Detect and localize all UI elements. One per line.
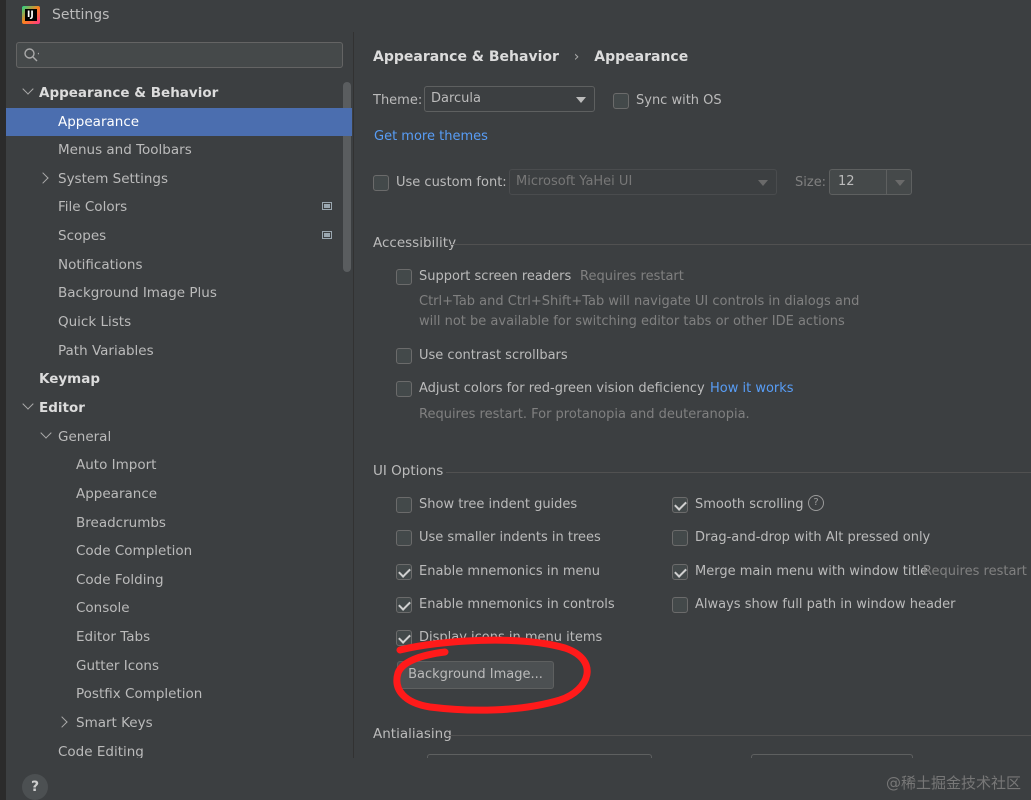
merge-main-menu-checkbox[interactable] <box>672 564 688 580</box>
project-level-icon <box>322 231 332 239</box>
tree-item-code-completion[interactable]: Code Completion <box>6 537 352 565</box>
smaller-indents-label: Use smaller indents in trees <box>419 530 601 545</box>
dropdown-arrow-icon <box>576 97 586 103</box>
breadcrumb-separator-icon: › <box>573 49 580 65</box>
tree-item-menus-toolbars[interactable]: Menus and Toolbars <box>6 136 352 164</box>
intellij-logo-icon: IJ <box>22 6 40 24</box>
tree-item-code-folding[interactable]: Code Folding <box>6 566 352 594</box>
breadcrumb: Appearance & Behavior › Appearance <box>373 49 688 65</box>
screen-readers-description-line1: Ctrl+Tab and Ctrl+Shift+Tab will navigat… <box>419 294 860 309</box>
tree-item-scopes[interactable]: Scopes <box>6 222 352 250</box>
use-custom-font-label: Use custom font: <box>396 175 507 190</box>
title-bar: IJ Settings <box>6 0 1031 32</box>
tree-item-keymap[interactable]: Keymap <box>6 365 352 393</box>
section-divider <box>446 472 1031 473</box>
tree-item-editor[interactable]: Editor <box>6 394 352 422</box>
tree-item-code-editing[interactable]: Code Editing <box>6 738 352 758</box>
drag-drop-alt-label: Drag-and-drop with Alt pressed only <box>695 530 931 545</box>
tree-item-background-image-plus[interactable]: Background Image Plus <box>6 279 352 307</box>
chevron-right-icon[interactable] <box>56 716 68 728</box>
settings-sidebar: Appearance & Behavior Appearance Menus a… <box>6 32 354 758</box>
theme-label: Theme: <box>373 93 423 108</box>
tree-item-smart-keys[interactable]: Smart Keys <box>6 709 352 737</box>
screen-readers-description-line2: will not be available for switching edit… <box>419 314 845 329</box>
tree-indent-guides-checkbox[interactable] <box>396 497 412 513</box>
chevron-down-icon[interactable] <box>22 83 34 95</box>
tree-item-breadcrumbs[interactable]: Breadcrumbs <box>6 509 352 537</box>
smooth-scrolling-label: Smooth scrolling <box>695 497 804 512</box>
window-title: Settings <box>52 7 110 23</box>
support-screen-readers-label: Support screen readers <box>419 269 572 284</box>
support-screen-readers-checkbox[interactable] <box>396 269 412 285</box>
requires-restart-note: Requires restart <box>580 269 684 284</box>
sync-with-os-label: Sync with OS <box>636 93 722 108</box>
breadcrumb-parent[interactable]: Appearance & Behavior <box>373 49 559 65</box>
use-custom-font-checkbox[interactable] <box>373 175 389 191</box>
size-label: Size: <box>795 175 827 190</box>
project-level-icon <box>322 202 332 210</box>
dropdown-arrow-icon <box>758 180 768 186</box>
mnemonics-menu-label: Enable mnemonics in menu <box>419 564 600 579</box>
tree-item-appearance-behavior[interactable]: Appearance & Behavior <box>6 79 352 107</box>
accessibility-section-title: Accessibility <box>373 235 457 251</box>
mnemonics-controls-checkbox[interactable] <box>396 597 412 613</box>
search-icon <box>24 48 39 62</box>
tree-item-file-colors[interactable]: File Colors <box>6 193 352 221</box>
background-image-button[interactable]: Background Image... <box>397 661 554 689</box>
full-path-header-checkbox[interactable] <box>672 597 688 613</box>
merge-menu-requires-restart: Requires restart <box>923 564 1027 579</box>
section-divider <box>451 244 1031 245</box>
chevron-down-icon[interactable] <box>40 427 52 439</box>
tree-item-editor-appearance[interactable]: Appearance <box>6 480 352 508</box>
tree-item-console[interactable]: Console <box>6 594 352 622</box>
contrast-scrollbars-label: Use contrast scrollbars <box>419 348 568 363</box>
watermark: @稀土掘金技术社区 <box>885 774 1021 792</box>
theme-dropdown[interactable]: Darcula <box>424 86 595 112</box>
settings-content-panel: Appearance & Behavior › Appearance Theme… <box>354 32 1031 760</box>
tree-item-general[interactable]: General <box>6 423 352 451</box>
icons-menu-label: Display icons in menu items <box>419 630 603 645</box>
font-size-combobox[interactable]: 12 <box>829 169 912 195</box>
smaller-indents-checkbox[interactable] <box>396 530 412 546</box>
red-green-label: Adjust colors for red-green vision defic… <box>419 381 705 396</box>
bottom-bar: ? @稀土掘金技术社区 <box>6 758 1031 800</box>
smooth-scrolling-checkbox[interactable] <box>672 497 688 513</box>
drag-drop-alt-checkbox[interactable] <box>672 530 688 546</box>
full-path-header-label: Always show full path in window header <box>695 597 956 612</box>
dropdown-arrow-icon <box>895 180 905 186</box>
tree-item-path-variables[interactable]: Path Variables <box>6 337 352 365</box>
section-divider <box>449 735 1031 736</box>
tree-indent-guides-label: Show tree indent guides <box>419 497 578 512</box>
get-more-themes-link[interactable]: Get more themes <box>374 129 488 144</box>
antialiasing-section-title: Antialiasing <box>373 726 452 742</box>
how-it-works-link[interactable]: How it works <box>710 381 794 396</box>
merge-main-menu-label: Merge main menu with window title <box>695 564 929 579</box>
icons-menu-checkbox[interactable] <box>396 630 412 646</box>
tree-item-editor-tabs[interactable]: Editor Tabs <box>6 623 352 651</box>
help-circle-icon[interactable]: ? <box>808 495 824 511</box>
tree-item-auto-import[interactable]: Auto Import <box>6 451 352 479</box>
settings-search-input[interactable] <box>16 42 343 68</box>
breadcrumb-current: Appearance <box>594 49 689 65</box>
sync-with-os-checkbox[interactable] <box>613 93 629 109</box>
contrast-scrollbars-checkbox[interactable] <box>396 348 412 364</box>
ui-options-section-title: UI Options <box>373 463 444 479</box>
mnemonics-menu-checkbox[interactable] <box>396 564 412 580</box>
chevron-down-icon[interactable] <box>22 398 34 410</box>
tree-item-quick-lists[interactable]: Quick Lists <box>6 308 352 336</box>
red-green-description: Requires restart. For protanopia and deu… <box>419 407 750 422</box>
mnemonics-controls-label: Enable mnemonics in controls <box>419 597 615 612</box>
tree-item-notifications[interactable]: Notifications <box>6 251 352 279</box>
help-button[interactable]: ? <box>22 774 48 800</box>
font-dropdown[interactable]: Microsoft YaHei UI <box>509 169 777 195</box>
tree-item-gutter-icons[interactable]: Gutter Icons <box>6 652 352 680</box>
tree-item-appearance[interactable]: Appearance <box>6 108 352 136</box>
tree-item-system-settings[interactable]: System Settings <box>6 165 352 193</box>
tree-item-postfix-completion[interactable]: Postfix Completion <box>6 680 352 708</box>
chevron-right-icon[interactable] <box>37 172 49 184</box>
red-green-checkbox[interactable] <box>396 381 412 397</box>
